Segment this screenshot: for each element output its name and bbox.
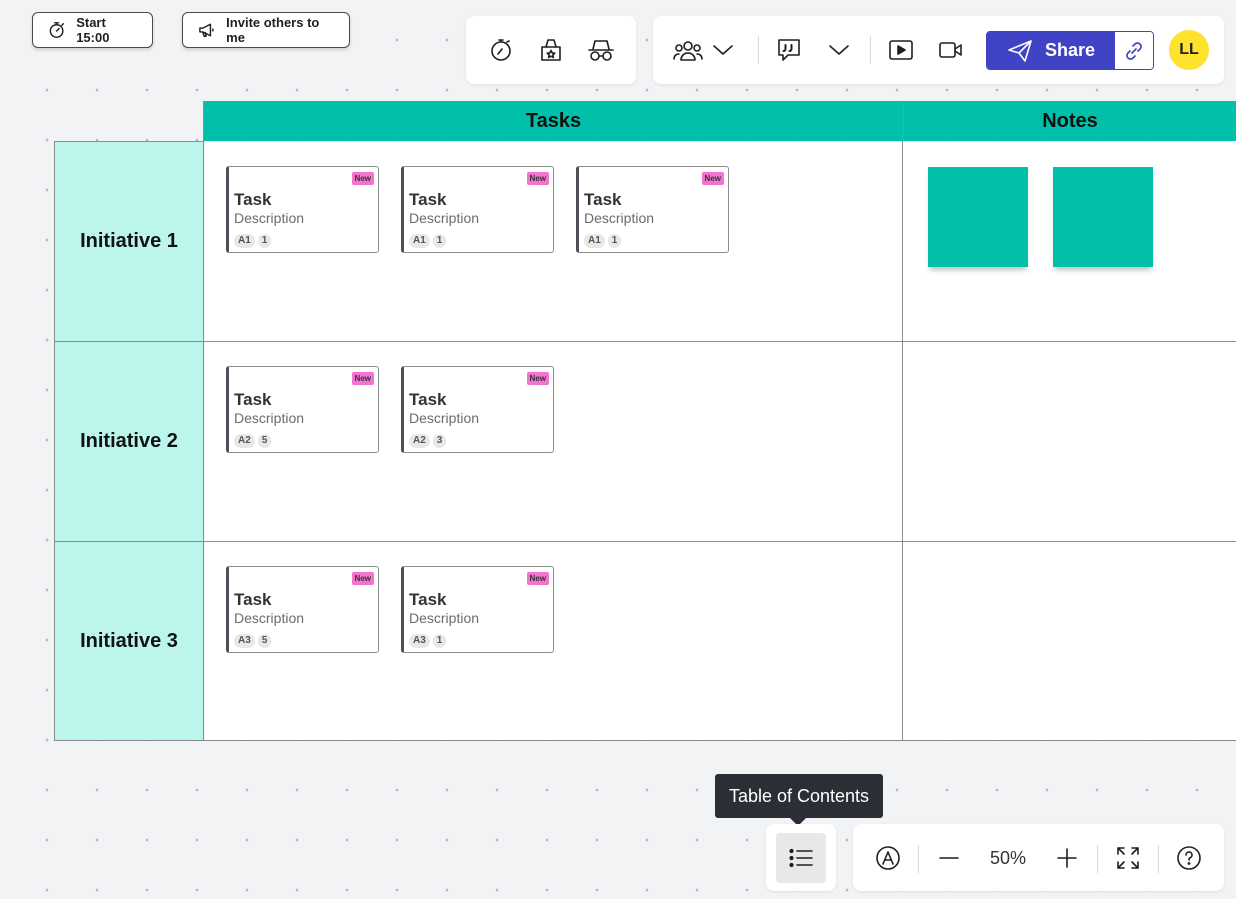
card-description: Description xyxy=(409,210,480,226)
card-count: 5 xyxy=(257,434,272,448)
grid-line xyxy=(54,141,204,142)
zoom-out-icon[interactable] xyxy=(935,845,963,871)
quote-comment-icon[interactable] xyxy=(775,36,803,64)
table-of-contents-button[interactable] xyxy=(776,833,826,883)
grid-line xyxy=(902,141,903,741)
new-badge: New xyxy=(526,172,549,185)
start-timer-button[interactable]: Start 15:00 xyxy=(32,12,153,48)
autoarrange-icon[interactable] xyxy=(874,845,902,871)
card-tag: A3 xyxy=(409,634,430,648)
zoom-in-icon[interactable] xyxy=(1053,845,1081,871)
share-label: Share xyxy=(1044,40,1096,60)
toolbar-divider xyxy=(870,36,871,64)
card-title: Task xyxy=(409,190,447,209)
comment-chevron-down-icon[interactable] xyxy=(827,40,851,60)
share-button-group: Share xyxy=(986,31,1154,70)
paper-plane-icon xyxy=(1008,39,1032,62)
card-tag: A2 xyxy=(234,434,255,448)
voting-icon[interactable] xyxy=(536,35,566,65)
card-description: Description xyxy=(234,210,305,226)
row-label-initiative-2: Initiative 2 xyxy=(54,342,204,541)
new-badge: New xyxy=(701,172,724,185)
fit-to-screen-icon[interactable] xyxy=(1114,845,1142,871)
zoom-divider xyxy=(1097,845,1098,873)
invite-others-label: Invite others to me xyxy=(226,15,320,45)
new-badge: New xyxy=(351,172,374,185)
card-title: Task xyxy=(409,390,447,409)
help-icon[interactable] xyxy=(1175,845,1203,871)
avatar[interactable]: LL xyxy=(1169,30,1209,70)
task-card[interactable]: New Task Description A3 1 xyxy=(401,566,554,653)
new-badge: New xyxy=(351,572,374,585)
card-description: Description xyxy=(234,610,305,626)
card-title: Task xyxy=(409,590,447,609)
sticky-note[interactable] xyxy=(1053,167,1153,267)
task-card[interactable]: New Task Description A3 5 xyxy=(226,566,379,653)
new-badge: New xyxy=(526,372,549,385)
card-tag: A1 xyxy=(584,234,605,248)
column-header-tasks: Tasks xyxy=(204,101,903,141)
card-title: Task xyxy=(234,590,272,609)
megaphone-icon xyxy=(199,23,214,37)
toolbar-divider xyxy=(758,36,759,64)
card-description: Description xyxy=(584,210,655,226)
grid-line xyxy=(203,101,204,741)
card-count: 5 xyxy=(257,634,272,648)
card-count: 3 xyxy=(432,434,447,448)
copy-link-button[interactable] xyxy=(1115,32,1153,69)
task-card[interactable]: New Task Description A1 1 xyxy=(401,166,554,253)
task-card[interactable]: New Task Description A2 5 xyxy=(226,366,379,453)
private-mode-icon[interactable] xyxy=(586,35,616,65)
invite-others-button[interactable]: Invite others to me xyxy=(182,12,350,48)
link-icon xyxy=(1126,41,1142,60)
grid-line xyxy=(54,341,1236,342)
task-card[interactable]: New Task Description A2 3 xyxy=(401,366,554,453)
card-title: Task xyxy=(234,390,272,409)
table-of-contents-tooltip: Table of Contents xyxy=(715,774,883,826)
sticky-note[interactable] xyxy=(928,167,1028,267)
row-label-initiative-3: Initiative 3 xyxy=(54,542,204,740)
grid-line xyxy=(54,740,1236,741)
card-tag: A3 xyxy=(234,634,255,648)
users-chevron-down-icon[interactable] xyxy=(711,40,735,60)
presentation-play-icon[interactable] xyxy=(887,37,915,63)
new-badge: New xyxy=(526,572,549,585)
list-icon xyxy=(789,848,813,868)
start-timer-label: Start 15:00 xyxy=(76,15,110,45)
card-tag: A1 xyxy=(409,234,430,248)
card-count: 1 xyxy=(432,234,447,248)
grid-line xyxy=(54,541,1236,542)
card-count: 1 xyxy=(257,234,272,248)
video-camera-icon[interactable] xyxy=(937,37,965,63)
card-description: Description xyxy=(234,410,305,426)
card-count: 1 xyxy=(607,234,622,248)
new-badge: New xyxy=(351,372,374,385)
card-description: Description xyxy=(409,610,480,626)
zoom-level: 50% xyxy=(989,848,1027,868)
stopwatch-icon xyxy=(49,22,65,38)
card-description: Description xyxy=(409,410,480,426)
card-tag: A2 xyxy=(409,434,430,448)
column-header-notes: Notes xyxy=(903,101,1236,141)
task-card[interactable]: New Task Description A1 1 xyxy=(576,166,729,253)
timer-icon[interactable] xyxy=(486,35,516,65)
card-tag: A1 xyxy=(234,234,255,248)
users-icon[interactable] xyxy=(671,36,705,64)
grid-line xyxy=(54,141,55,741)
zoom-divider xyxy=(918,845,919,873)
zoom-panel xyxy=(853,824,1224,891)
share-button[interactable]: Share xyxy=(987,32,1115,69)
card-count: 1 xyxy=(432,634,447,648)
card-title: Task xyxy=(584,190,622,209)
row-label-initiative-1: Initiative 1 xyxy=(54,142,204,341)
task-card[interactable]: New Task Description A1 1 xyxy=(226,166,379,253)
zoom-divider xyxy=(1158,845,1159,873)
card-title: Task xyxy=(234,190,272,209)
